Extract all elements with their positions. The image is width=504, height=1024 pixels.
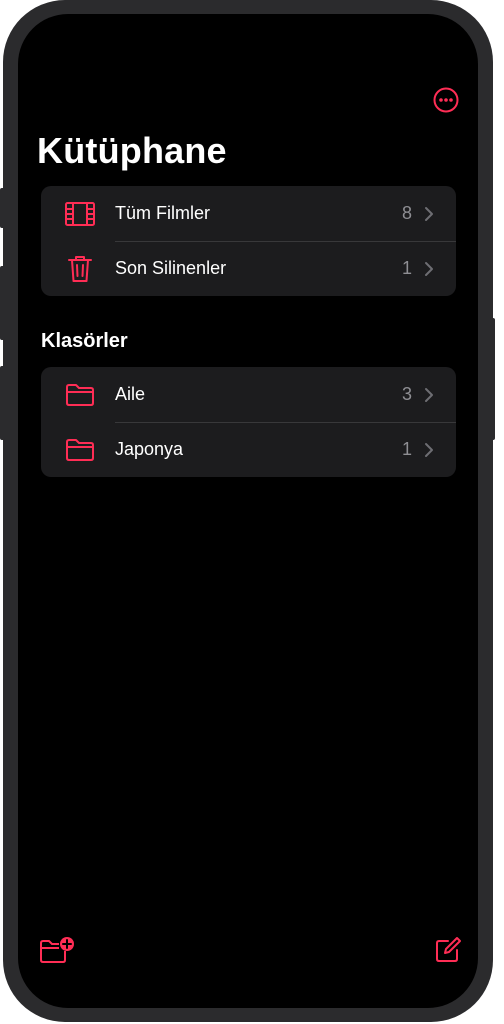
row-count: 1 xyxy=(401,439,412,459)
volume-up-button xyxy=(0,266,5,340)
compose-button[interactable] xyxy=(430,934,466,966)
row-count: 3 xyxy=(401,384,412,404)
row-label: Japonya xyxy=(115,439,184,459)
folder-icon xyxy=(64,380,96,410)
chevron-right-icon xyxy=(425,443,433,457)
folders-group: Aile 3 Japonya 1 xyxy=(41,367,456,477)
row-count: 8 xyxy=(401,203,412,223)
library-group: Tüm Filmler 8 Son Silinenler 1 xyxy=(41,186,456,296)
row-label: Aile xyxy=(115,384,146,404)
folder-badge-plus-icon xyxy=(40,937,74,963)
folder-row-aile[interactable]: Aile 3 xyxy=(41,367,456,422)
folder-row-japonya[interactable]: Japonya 1 xyxy=(41,422,456,477)
row-label: Tüm Filmler xyxy=(115,203,210,223)
more-options-button[interactable] xyxy=(432,86,460,114)
ellipsis-circle-icon xyxy=(433,87,459,113)
film-icon xyxy=(64,199,96,229)
folder-icon xyxy=(64,435,96,465)
new-folder-button[interactable] xyxy=(39,934,75,966)
row-count: 1 xyxy=(401,258,412,278)
screen: Kütüphane Tüm Filmler 8 Son Silinenler 1… xyxy=(18,14,478,1008)
chevron-right-icon xyxy=(425,207,433,221)
chevron-right-icon xyxy=(425,388,433,402)
folders-section-title: Klasörler xyxy=(41,330,128,352)
library-row-all-movies[interactable]: Tüm Filmler 8 xyxy=(41,186,456,241)
library-row-recently-deleted[interactable]: Son Silinenler 1 xyxy=(41,241,456,296)
square-and-pencil-icon xyxy=(436,937,461,962)
chevron-right-icon xyxy=(425,262,433,276)
page-title: Kütüphane xyxy=(37,130,227,171)
action-button xyxy=(0,188,5,228)
row-label: Son Silinenler xyxy=(115,258,227,278)
power-button xyxy=(490,318,495,440)
trash-icon xyxy=(64,254,96,284)
volume-down-button xyxy=(0,366,5,440)
